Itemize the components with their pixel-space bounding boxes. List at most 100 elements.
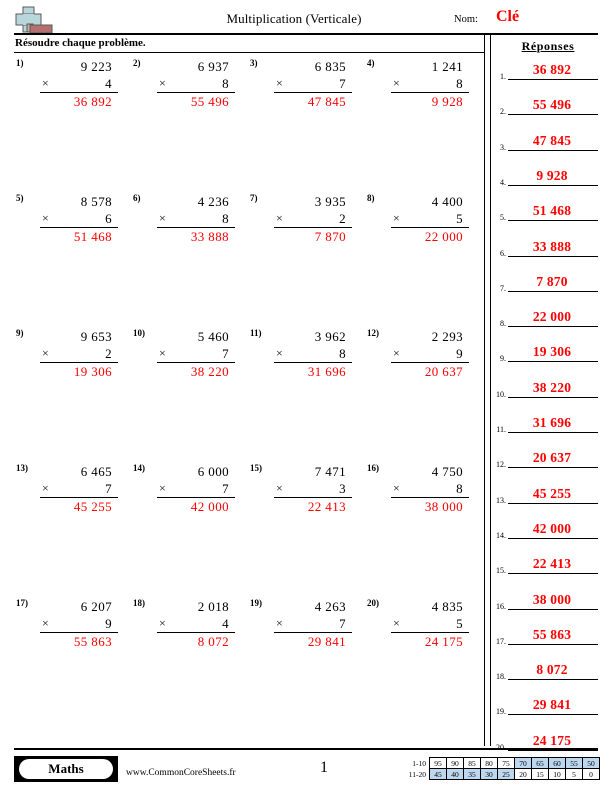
multiplicand: 4 263 [314,599,346,614]
problem-number: 9) [16,328,24,338]
answer-value: 51 468 [532,203,572,219]
answer-value: 38 220 [532,379,572,395]
answer-row: 4. 9 928 [492,168,600,187]
problem-answer: 20 637 [424,364,463,379]
multiplicand: 4 236 [197,194,229,209]
problem-16: 16) 4 750 × 8 38 000 [365,463,481,525]
answer-value: 22 413 [532,556,572,572]
multiplier-row: × 7 [40,480,118,498]
page-title: Multiplication (Verticale) [226,11,362,26]
multiplier-row: × 7 [157,345,235,363]
problem-stack: 8 578 × 6 51 468 [40,193,118,245]
problem-answer: 38 000 [424,499,463,514]
multiply-icon: × [159,481,167,495]
multiplier: 4 [105,76,112,91]
problem-answer: 9 928 [431,94,463,109]
score-cell: 60 [548,757,566,769]
problem-1: 1) 9 223 × 4 36 892 [14,58,130,120]
multiplier: 9 [456,346,463,361]
multiply-icon: × [159,346,167,360]
multiply-icon: × [393,481,401,495]
problem-number: 3) [250,58,258,68]
answer-index: 15. [496,566,506,576]
answer-value: 19 306 [532,344,572,360]
multiplicand: 2 018 [197,599,229,614]
answer-index: 7. [500,283,506,293]
answer-row: 18. 8 072 [492,662,600,681]
problem-number: 11) [250,328,262,338]
problem-stack: 6 835 × 7 47 845 [274,58,352,110]
problem-number: 10) [133,328,145,338]
multiply-icon: × [276,616,284,630]
problem-stack: 7 471 × 3 22 413 [274,463,352,515]
problem-17: 17) 6 207 × 9 55 863 [14,598,130,660]
problem-answer: 24 175 [424,634,463,649]
multiply-icon: × [42,616,50,630]
multiplicand: 9 653 [80,329,112,344]
answer-index: 2. [500,107,506,117]
problem-answer: 51 468 [73,229,112,244]
answer-row: 2. 55 496 [492,97,600,117]
multiply-icon: × [42,346,50,360]
problem-number: 17) [16,598,28,608]
score-cell: 75 [497,757,515,769]
answer-index: 14. [496,530,506,540]
multiplier-row: × 9 [391,345,469,363]
multiplicand: 3 935 [314,194,346,209]
multiply-icon: × [42,481,50,495]
multiplier-row: × 7 [274,75,352,93]
problem-15: 15) 7 471 × 3 22 413 [248,463,364,525]
multiplicand: 8 578 [80,194,112,209]
multiplier: 8 [339,346,346,361]
multiply-icon: × [276,346,284,360]
multiplier: 8 [456,481,463,496]
answer-row: 12. 20 637 [492,450,600,469]
multiplicand: 5 460 [197,329,229,344]
multiplier-row: × 4 [157,615,235,633]
footer-divider [14,748,598,750]
multiplier: 7 [339,616,346,631]
score-cell: 65 [531,757,549,769]
multiply-icon: × [159,76,167,90]
multiplicand: 6 000 [197,464,229,479]
problem-stack: 6 465 × 7 45 255 [40,463,118,515]
problem-20: 20) 4 835 × 5 24 175 [365,598,481,660]
problem-answer: 22 413 [307,499,346,514]
multiplier-row: × 9 [40,615,118,633]
multiply-icon: × [393,76,401,90]
problem-number: 4) [367,58,375,68]
multiplicand: 9 223 [80,59,112,74]
multiplier: 6 [105,211,112,226]
score-cell: 30 [480,768,498,780]
instruction-divider [14,52,484,53]
multiplier: 4 [222,616,229,631]
answer-row: 8. 22 000 [492,309,600,328]
multiplier: 8 [222,76,229,91]
multiplier-row: × 3 [274,480,352,498]
score-cell: 45 [429,768,447,780]
brand-label: Maths [48,761,84,776]
score-cell: 5 [565,768,583,780]
answer-value: 42 000 [532,520,572,536]
multiply-icon: × [393,346,401,360]
problem-answer: 36 892 [73,94,112,109]
answer-index: 1. [500,72,506,81]
page-header: Multiplication (Verticale) Nom: Clé [14,6,598,36]
problem-number: 7) [250,193,258,203]
multiplicand: 1 241 [431,59,463,74]
problem-stack: 6 207 × 9 55 863 [40,598,118,650]
multiplicand: 4 400 [431,194,463,209]
answer-value: 20 637 [532,450,572,466]
multiply-icon: × [393,616,401,630]
name-label: Nom: [454,14,478,25]
multiplier-row: × 8 [391,75,469,93]
problem-number: 20) [367,598,379,608]
answer-value: 36 892 [532,62,572,77]
problem-19: 19) 4 263 × 7 29 841 [248,598,364,660]
website-url: www.CommonCoreSheets.fr [126,768,236,778]
answer-row: 13. 45 255 [492,486,600,505]
problem-10: 10) 5 460 × 7 38 220 [131,328,247,390]
instruction-text: Résoudre chaque problème. [15,37,146,49]
multiplier: 7 [339,76,346,91]
score-table: 1-10 95 90 85 80 75 70 65 60 55 50 11-20 45 40 35 30… [402,757,600,780]
